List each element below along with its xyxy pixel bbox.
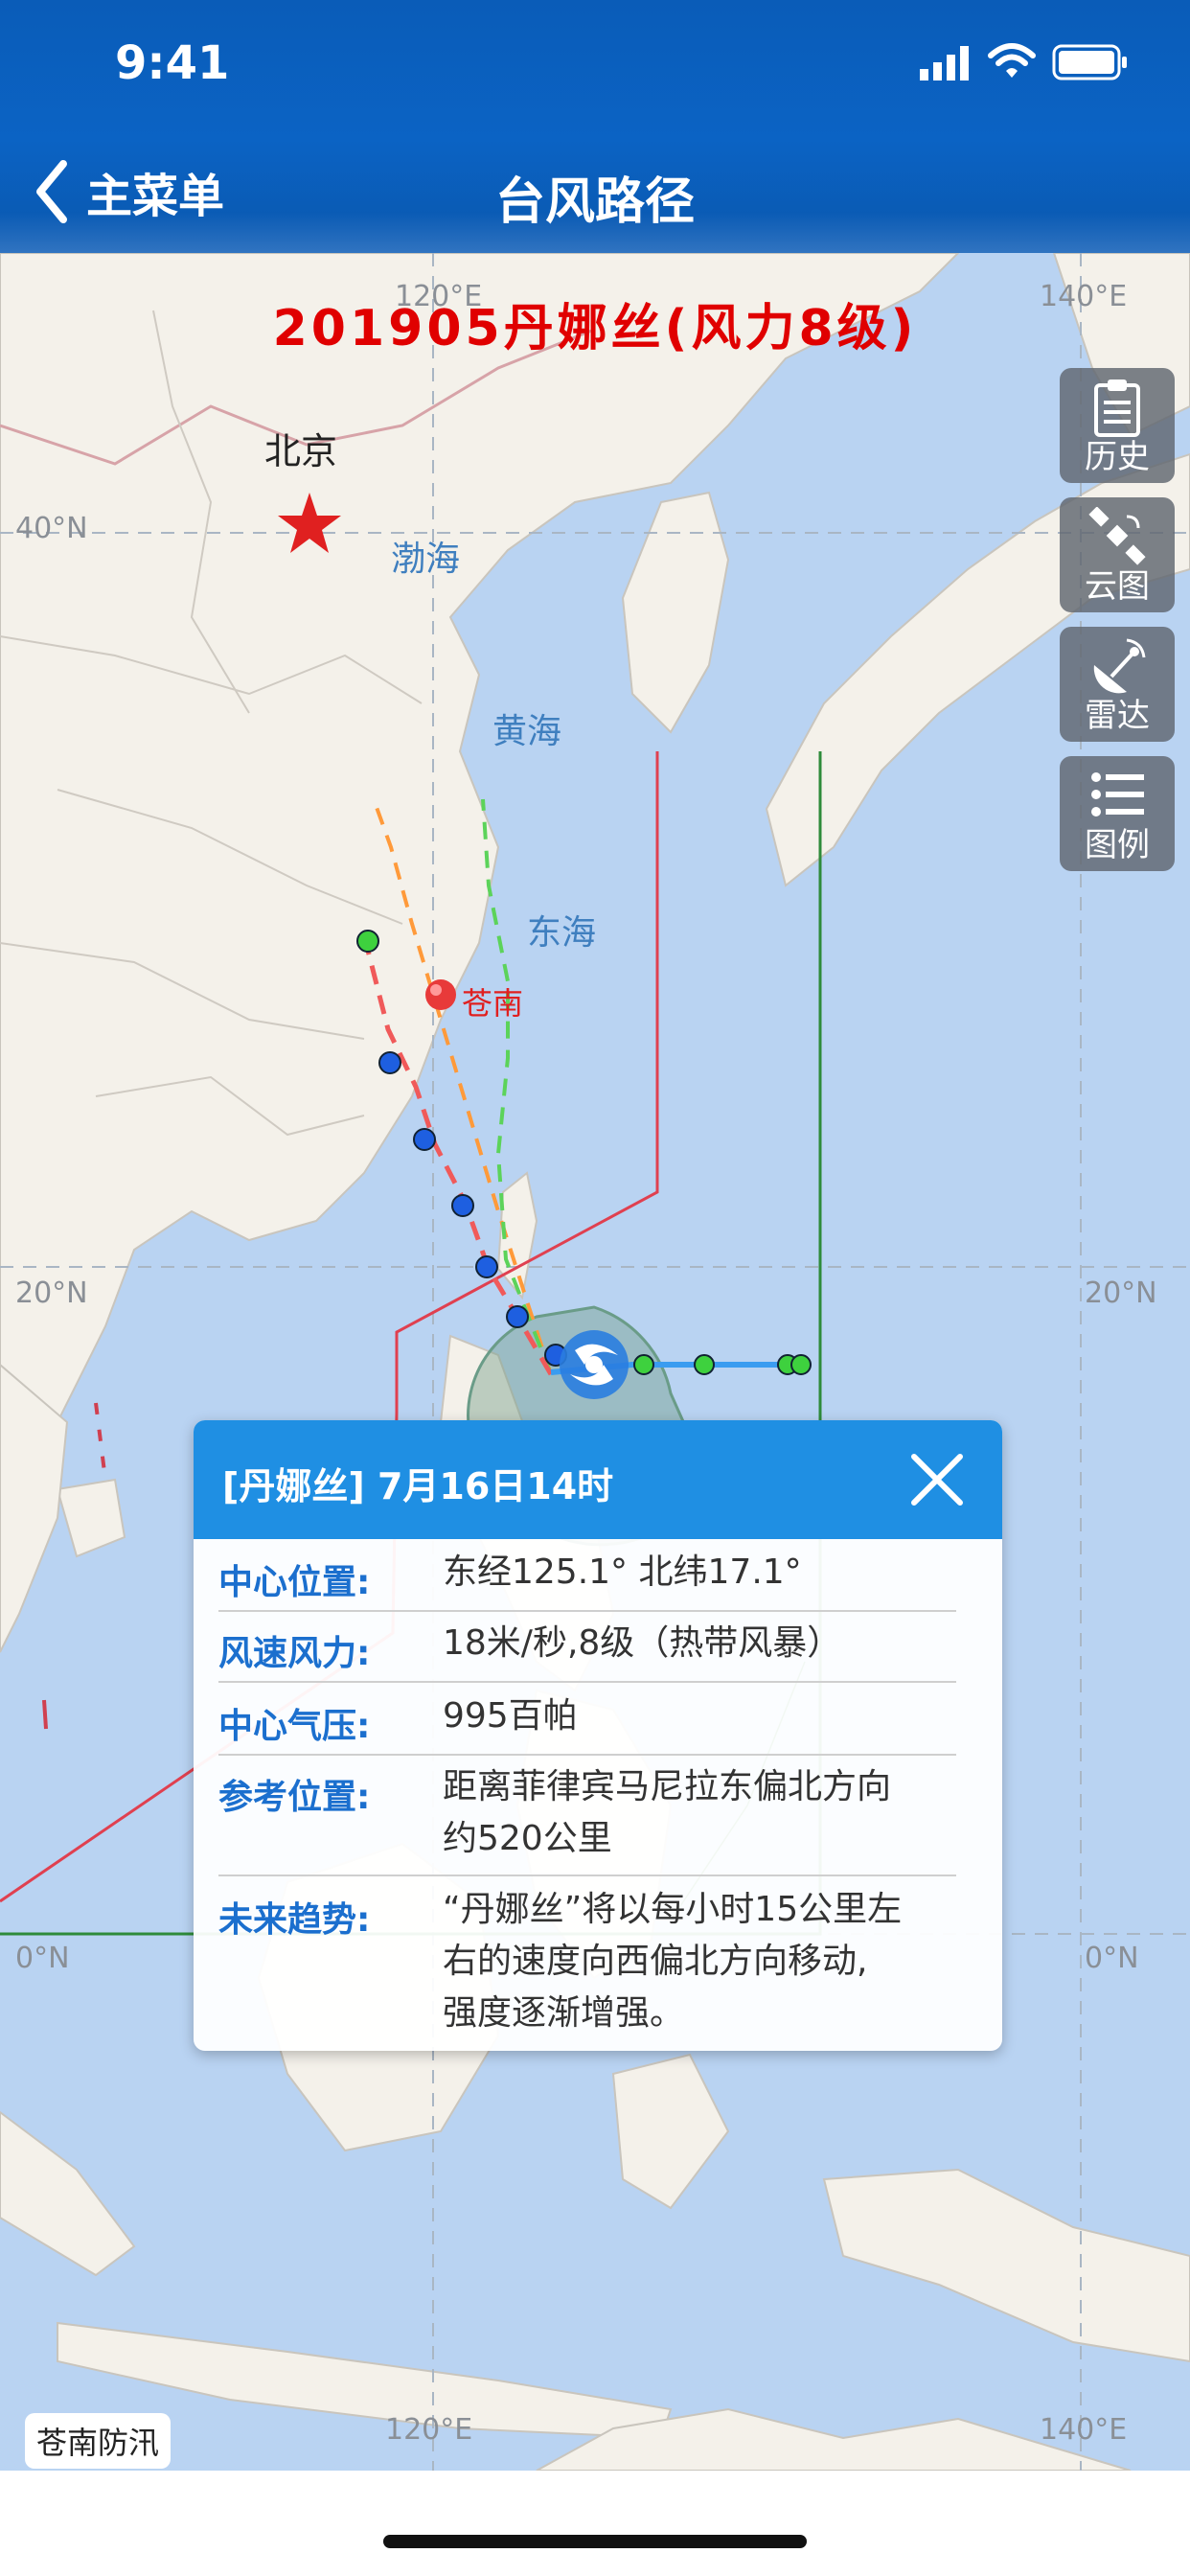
map-canvas bbox=[0, 253, 1190, 2471]
legend-button[interactable]: 图例 bbox=[1060, 756, 1175, 871]
lat-label-20-right: 20°N bbox=[1085, 1276, 1157, 1310]
satellite-icon bbox=[1088, 507, 1146, 565]
lon-label-140-bottom: 140°E bbox=[1040, 2413, 1128, 2447]
list-icon bbox=[1091, 772, 1144, 816]
page-title: 台风路径 bbox=[494, 173, 695, 231]
lat-label-20-left: 20°N bbox=[15, 1276, 88, 1310]
popup-header: [丹娜丝] 7月16日14时 bbox=[194, 1420, 1002, 1539]
radar-button[interactable]: 雷达 bbox=[1060, 627, 1175, 742]
reference-position-label: 参考位置: bbox=[218, 1778, 371, 1817]
typhoon-info-popup: [丹娜丝] 7月16日14时 中心位置: 东经125.1° 北纬17.1° 风速… bbox=[194, 1420, 1002, 2051]
typhoon-map[interactable]: 120°E 140°E 40°N 20°N 20°N 0°N 0°N 120°E… bbox=[0, 253, 1190, 2471]
legend-label: 图例 bbox=[1085, 826, 1150, 864]
center-pressure-label: 中心气压: bbox=[218, 1707, 371, 1746]
typhoon-title: 201905丹娜丝(风力8级) bbox=[272, 300, 918, 357]
status-time: 9:41 bbox=[115, 36, 230, 90]
cloud-image-button[interactable]: 云图 bbox=[1060, 497, 1175, 612]
divider bbox=[218, 1681, 956, 1683]
center-position-label: 中心位置: bbox=[218, 1563, 371, 1602]
navigation-header: 9:41 主菜单 台风路径 bbox=[0, 0, 1190, 253]
home-indicator[interactable] bbox=[383, 2535, 807, 2548]
reference-position-line-1: 距离菲律宾马尼拉东偏北方向 bbox=[443, 1767, 892, 1806]
wifi-icon bbox=[988, 43, 1036, 78]
divider bbox=[218, 1610, 956, 1612]
typhoon-icon[interactable] bbox=[560, 1330, 629, 1399]
sea-label-donghai: 东海 bbox=[527, 913, 597, 953]
popup-title: [丹娜丝] 7月16日14时 bbox=[222, 1465, 614, 1507]
brand-label: 苍南防汛 bbox=[25, 2413, 172, 2469]
divider bbox=[218, 1874, 956, 1876]
battery-icon bbox=[1052, 44, 1127, 80]
history-button[interactable]: 历史 bbox=[1060, 368, 1175, 483]
cellular-signal-icon bbox=[920, 46, 969, 80]
lat-label-40: 40°N bbox=[15, 512, 88, 545]
center-position-value: 东经125.1° 北纬17.1° bbox=[443, 1552, 802, 1592]
close-icon[interactable] bbox=[908, 1451, 966, 1508]
cloud-image-label: 云图 bbox=[1085, 567, 1150, 606]
radar-dish-icon bbox=[1093, 638, 1146, 694]
history-label: 历史 bbox=[1085, 438, 1150, 476]
future-trend-line-1: “丹娜丝”将以每小时15公里左 bbox=[443, 1890, 903, 1929]
city-label-cangnan: 苍南 bbox=[462, 985, 524, 1022]
wind-speed-label: 风速风力: bbox=[218, 1634, 371, 1673]
sea-label-bohai: 渤海 bbox=[391, 540, 461, 579]
lat-label-0-right: 0°N bbox=[1085, 1942, 1139, 1975]
lon-label-120-bottom: 120°E bbox=[385, 2413, 473, 2447]
radar-label: 雷达 bbox=[1085, 697, 1150, 735]
wind-speed-value: 18米/秒,8级（热带风暴） bbox=[443, 1623, 842, 1663]
center-pressure-value: 995百帕 bbox=[443, 1696, 578, 1736]
divider bbox=[218, 1754, 956, 1756]
lat-label-0-left: 0°N bbox=[15, 1942, 70, 1975]
sea-label-huanghai: 黄海 bbox=[492, 712, 562, 751]
future-trend-line-3: 强度逐渐增强。 bbox=[443, 1993, 685, 2033]
city-label-beijing: 北京 bbox=[264, 430, 338, 472]
clipboard-icon bbox=[1094, 380, 1140, 437]
reference-position-line-2: 约520公里 bbox=[443, 1819, 612, 1858]
future-trend-line-2: 右的速度向西偏北方向移动, bbox=[443, 1942, 868, 1981]
future-trend-label: 未来趋势: bbox=[218, 1900, 371, 1940]
